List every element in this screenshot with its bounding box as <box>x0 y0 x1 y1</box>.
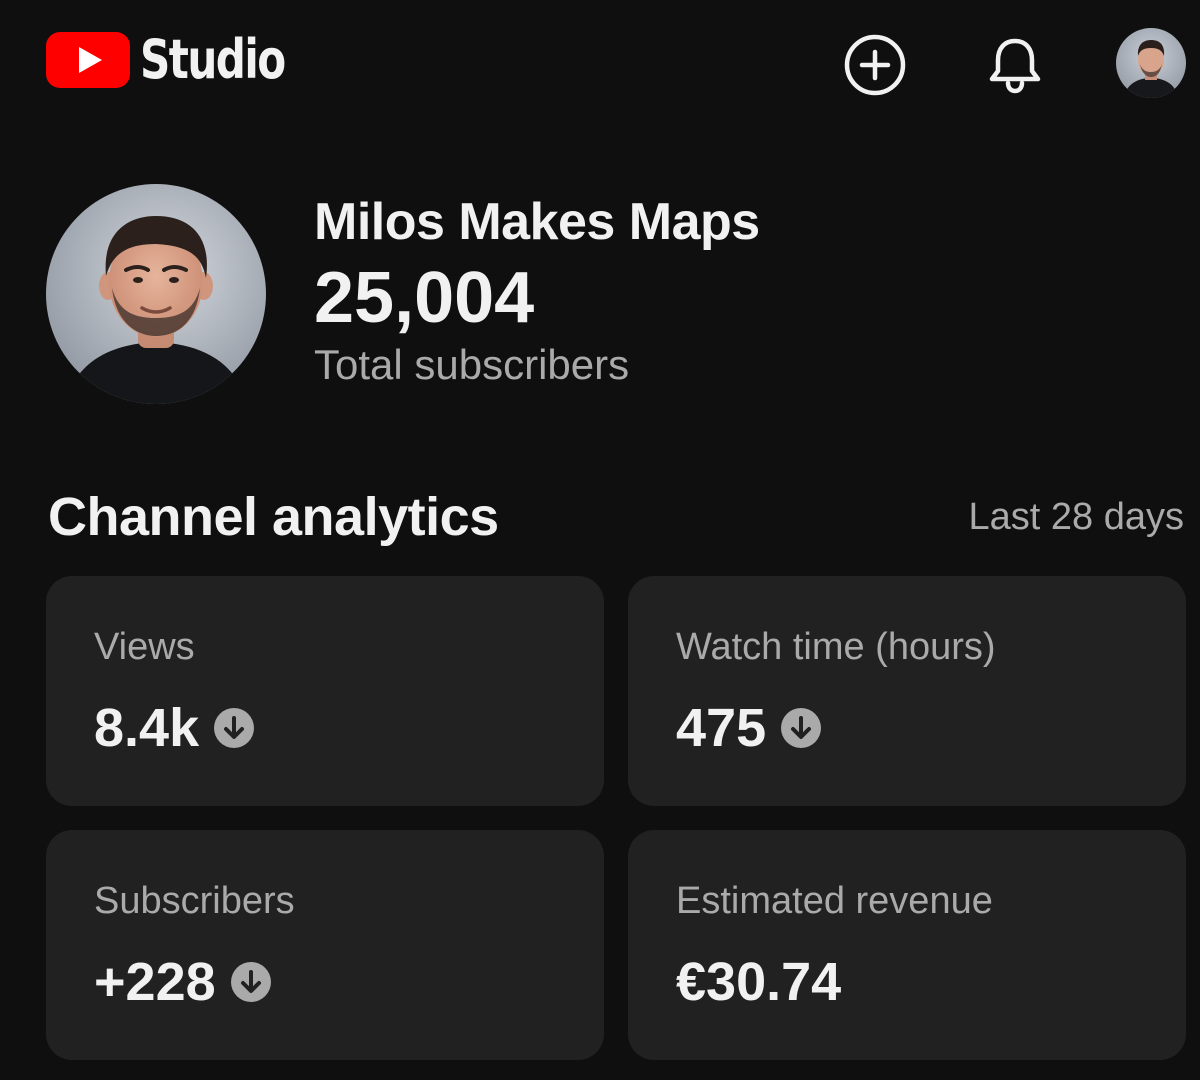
account-avatar[interactable] <box>1116 28 1186 98</box>
create-button[interactable] <box>840 30 910 100</box>
trend-down-icon <box>230 962 271 1002</box>
notifications-button[interactable] <box>980 30 1050 100</box>
analytics-title: Channel analytics <box>48 487 499 547</box>
channel-name: Milos Makes Maps <box>314 193 760 251</box>
card-label: Views <box>94 626 195 668</box>
studio-wordmark: Studio <box>140 28 286 91</box>
subscriber-count: 25,004 <box>314 258 535 338</box>
card-label: Estimated revenue <box>676 880 993 922</box>
card-value: +228 <box>94 952 216 1012</box>
channel-avatar[interactable] <box>46 184 266 404</box>
analytics-card-revenue[interactable]: Estimated revenue €30.74 <box>628 830 1186 1060</box>
card-value-row: €30.74 <box>676 950 841 1014</box>
analytics-card-views[interactable]: Views 8.4k <box>46 576 604 806</box>
card-value-row: 8.4k <box>94 696 255 760</box>
bell-icon <box>989 38 1041 94</box>
add-circle-icon <box>844 34 906 96</box>
channel-info: Milos Makes Maps 25,004 Total subscriber… <box>314 190 760 390</box>
card-value-row: +228 <box>94 950 272 1014</box>
card-value-row: 475 <box>676 696 822 760</box>
card-value: 8.4k <box>94 698 200 758</box>
account-photo-icon <box>1116 28 1186 98</box>
youtube-logo-icon <box>46 32 130 88</box>
card-label: Watch time (hours) <box>676 626 996 668</box>
trend-down-icon <box>214 708 255 748</box>
card-value: €30.74 <box>676 952 842 1012</box>
top-app-bar: Studio <box>0 0 1200 130</box>
analytics-period: Last 28 days <box>968 496 1184 538</box>
card-label: Subscribers <box>94 880 295 922</box>
youtube-studio-logo[interactable]: Studio <box>46 30 325 90</box>
trend-down-icon <box>781 708 822 748</box>
channel-photo-icon <box>46 184 266 404</box>
card-value: 475 <box>676 698 767 758</box>
analytics-card-watch-time[interactable]: Watch time (hours) 475 <box>628 576 1186 806</box>
subscriber-caption: Total subscribers <box>314 341 630 388</box>
analytics-card-subscribers[interactable]: Subscribers +228 <box>46 830 604 1060</box>
